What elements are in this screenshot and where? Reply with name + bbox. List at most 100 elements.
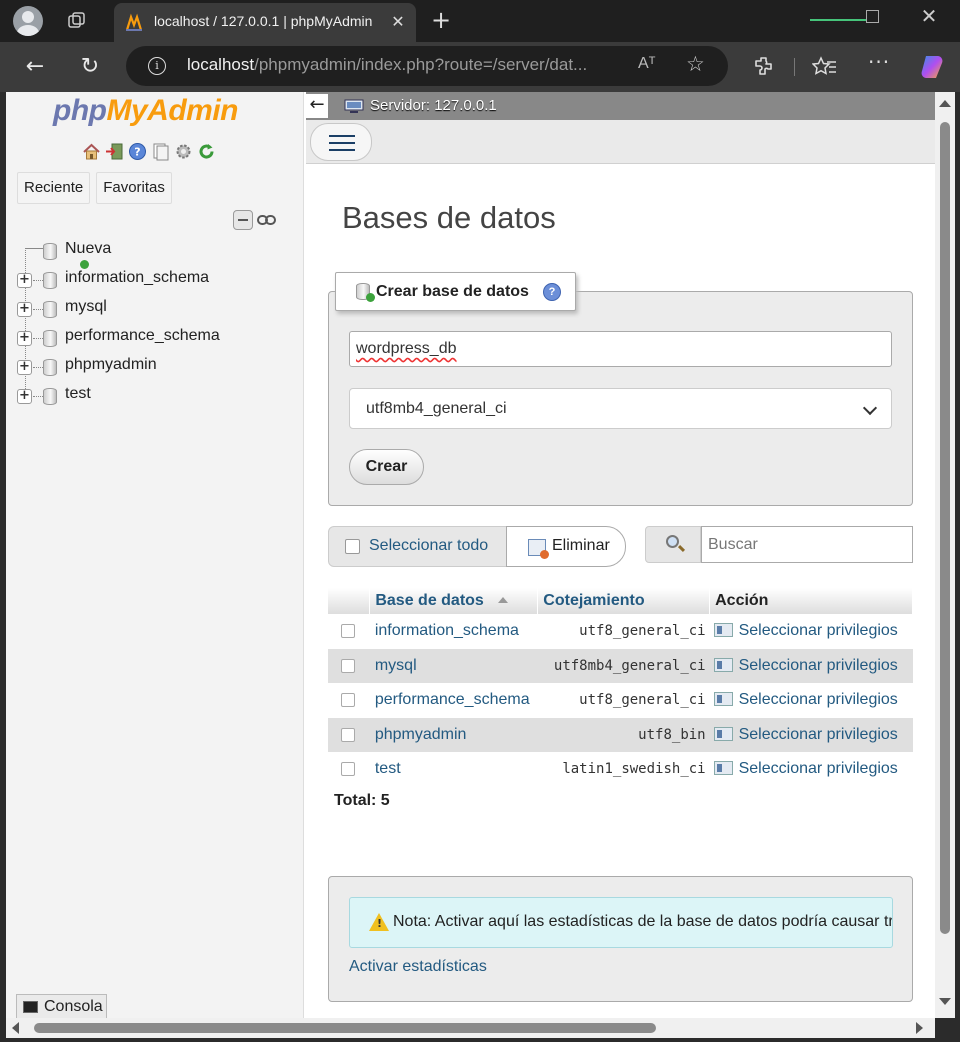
privileges-link[interactable]: Seleccionar privilegios	[709, 614, 913, 649]
workspaces-icon[interactable]	[66, 10, 88, 32]
collapse-sidebar-icon[interactable]: ←	[306, 94, 328, 118]
reload-navigation-icon[interactable]	[197, 142, 216, 161]
logout-icon[interactable]	[105, 142, 124, 161]
select-all-checkbox[interactable]	[345, 539, 360, 554]
home-icon[interactable]	[82, 142, 101, 161]
create-database-legend: Crear base de datos ?	[335, 272, 576, 311]
select-all-label[interactable]: Seleccionar todo	[369, 537, 488, 555]
scroll-up-icon[interactable]	[939, 100, 951, 107]
help-docs-icon[interactable]: ?	[128, 142, 147, 161]
row-checkbox[interactable]	[341, 624, 355, 639]
tree-item-phpmyadmin[interactable]: + phpmyadmin	[16, 352, 296, 381]
database-name-link[interactable]: phpmyadmin	[369, 717, 538, 752]
extensions-icon[interactable]	[752, 54, 776, 78]
read-aloud-icon[interactable]: Aᵀ	[638, 55, 656, 73]
phpmyadmin-logo[interactable]: phpMyAdmin	[53, 94, 238, 128]
favorite-star-icon[interactable]: ☆	[686, 52, 705, 76]
help-icon[interactable]: ?	[542, 282, 561, 301]
row-checkbox[interactable]	[341, 727, 355, 742]
tree-item-information-schema[interactable]: + information_schema	[16, 265, 296, 294]
favorites-button[interactable]: Favoritas	[96, 172, 172, 204]
recent-button[interactable]: Reciente	[17, 172, 91, 204]
delete-button[interactable]: Eliminar	[506, 526, 626, 567]
scroll-down-icon[interactable]	[939, 998, 951, 1005]
expand-icon[interactable]: +	[17, 273, 32, 288]
logo-php: php	[53, 94, 107, 127]
row-checkbox[interactable]	[341, 693, 355, 708]
vertical-scrollbar[interactable]	[935, 92, 955, 1018]
header-collation[interactable]: Cotejamiento	[537, 588, 711, 614]
window-minimize-button[interactable]	[808, 6, 868, 30]
tree-item-new[interactable]: Nueva	[16, 236, 296, 269]
database-name-link[interactable]: mysql	[369, 648, 538, 683]
horizontal-scroll-thumb[interactable]	[34, 1023, 656, 1033]
database-name-link[interactable]: test	[369, 752, 538, 787]
search-input[interactable]: Buscar	[701, 526, 913, 563]
privileges-icon	[713, 623, 733, 638]
window-close-button[interactable]: ✕	[916, 3, 942, 29]
privileges-link[interactable]: Seleccionar privilegios	[709, 648, 913, 683]
tree-db-label[interactable]: phpmyadmin	[65, 356, 157, 374]
row-checkbox[interactable]	[341, 658, 355, 673]
database-name-link[interactable]: information_schema	[369, 614, 538, 649]
site-info-icon[interactable]: i	[148, 57, 166, 75]
tree-db-label[interactable]: mysql	[65, 298, 107, 316]
privileges-link[interactable]: Seleccionar privilegios	[709, 752, 913, 787]
header-database-label: Base de datos	[375, 592, 484, 609]
header-database[interactable]: Base de datos	[369, 588, 539, 614]
favorites-bar-icon[interactable]	[812, 54, 838, 80]
tab-title: localhost / 127.0.0.1 | phpMyAdmin	[154, 13, 373, 29]
more-options-icon[interactable]: ···	[868, 50, 890, 74]
settings-gear-icon[interactable]	[174, 142, 193, 161]
expand-icon[interactable]: +	[17, 302, 32, 317]
tree-db-label[interactable]: information_schema	[65, 269, 209, 287]
url-text[interactable]: localhost/phpmyadmin/index.php?route=/se…	[187, 55, 587, 75]
expand-icon[interactable]: +	[17, 389, 32, 404]
row-checkbox-cell	[328, 614, 370, 649]
horizontal-scrollbar[interactable]	[6, 1018, 935, 1038]
tree-db-label[interactable]: performance_schema	[65, 327, 220, 345]
browser-tab[interactable]: localhost / 127.0.0.1 | phpMyAdmin ✕	[114, 3, 416, 42]
documentation-icon[interactable]	[151, 142, 170, 161]
console-icon	[23, 1001, 38, 1013]
database-name-input[interactable]: wordpress_db	[349, 331, 892, 367]
tree-item-test[interactable]: + test	[16, 381, 296, 410]
scroll-right-icon[interactable]	[916, 1022, 923, 1034]
tab-close-icon[interactable]: ✕	[386, 10, 410, 34]
select-all-control[interactable]: Seleccionar todo	[328, 526, 508, 567]
privileges-link[interactable]: Seleccionar privilegios	[709, 683, 913, 718]
tree-db-label[interactable]: test	[65, 385, 91, 403]
scroll-left-icon[interactable]	[12, 1022, 19, 1034]
svg-text:?: ?	[134, 146, 140, 159]
collapse-all-icon[interactable]	[233, 210, 253, 230]
link-with-main-icon[interactable]	[257, 214, 276, 226]
collation-select[interactable]: utf8mb4_general_ci	[349, 388, 892, 429]
tree-item-mysql[interactable]: + mysql	[16, 294, 296, 323]
database-tree: Nueva + information_schema + mysql + per…	[16, 236, 296, 410]
expand-icon[interactable]: +	[17, 360, 32, 375]
window-maximize-button[interactable]	[866, 10, 879, 23]
database-name-link[interactable]: performance_schema	[369, 683, 538, 718]
row-checkbox[interactable]	[341, 762, 355, 777]
back-icon[interactable]: ←	[22, 54, 48, 80]
create-button[interactable]: Crear	[349, 449, 424, 485]
address-bar[interactable]: i localhost/phpmyadmin/index.php?route=/…	[126, 46, 728, 86]
vertical-scroll-thumb[interactable]	[940, 122, 950, 934]
plus-badge-icon	[366, 293, 375, 302]
tree-item-performance-schema[interactable]: + performance_schema	[16, 323, 296, 352]
search-button[interactable]	[645, 526, 701, 563]
tree-new-label[interactable]: Nueva	[65, 240, 111, 258]
menu-toggle-button[interactable]	[310, 123, 372, 161]
enable-statistics-link[interactable]: Activar estadísticas	[349, 958, 487, 976]
reload-icon[interactable]: ↻	[77, 54, 103, 80]
toolbar-separator	[794, 58, 795, 76]
server-breadcrumb[interactable]: Servidor: 127.0.0.1	[370, 97, 497, 114]
privileges-link[interactable]: Seleccionar privilegios	[709, 717, 913, 752]
console-toggle[interactable]: Consola	[16, 994, 107, 1018]
profile-avatar-icon[interactable]	[13, 6, 43, 36]
expand-icon[interactable]: +	[17, 331, 32, 346]
collation-cell: utf8_general_ci	[537, 614, 710, 649]
new-tab-button[interactable]: +	[428, 8, 454, 34]
copilot-icon[interactable]	[918, 53, 946, 81]
phpmyadmin-favicon-icon	[125, 13, 143, 31]
